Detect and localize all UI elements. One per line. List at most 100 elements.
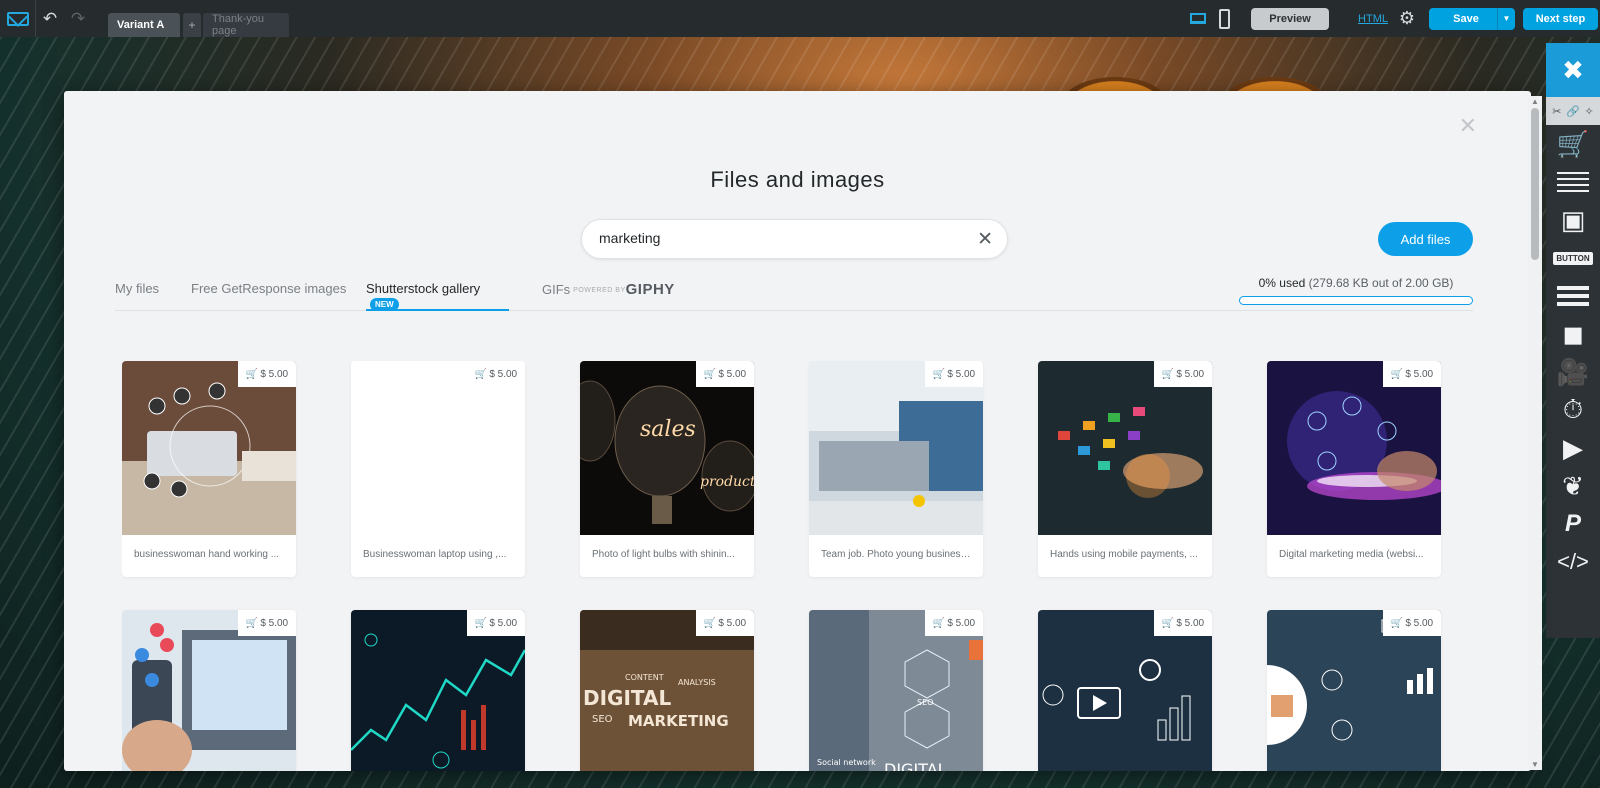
cart-icon: 🛒 (932, 368, 946, 380)
toolbar-right-group: Preview HTML ⚙ Save ▼ Next step (1185, 0, 1600, 37)
price-tag: 🛒 $ 5.00 (1383, 361, 1441, 387)
image-card[interactable]: 🛒 $ 5.00 (1038, 610, 1212, 771)
cart-icon: 🛒 (1161, 617, 1175, 629)
scissors-icon[interactable]: ✂ (1552, 105, 1561, 118)
tab-label: Shutterstock gallery (366, 281, 481, 296)
price-value: $ 5.00 (260, 617, 289, 629)
paypal-tool-icon[interactable]: P (1546, 505, 1600, 543)
image-card[interactable]: 🛒 $ 5.00 (1267, 610, 1441, 771)
preview-button[interactable]: Preview (1251, 7, 1330, 30)
price-value: $ 5.00 (489, 368, 518, 380)
chevron-down-icon[interactable]: ▼ (1497, 7, 1515, 30)
scroll-up-icon[interactable]: ▲ (1531, 97, 1539, 106)
new-badge: NEW (370, 298, 399, 311)
scroll-down-icon[interactable]: ▼ (1531, 760, 1539, 769)
scrollbar-thumb[interactable] (1531, 108, 1539, 260)
thumb-text-sales: sales (640, 417, 696, 442)
next-step-button[interactable]: Next step (1523, 7, 1598, 30)
add-variant-button[interactable]: + (183, 13, 201, 37)
webinar-tool-icon[interactable]: 🎥 (1546, 353, 1600, 391)
thumb-text-social: Social network (817, 758, 876, 767)
thumb-text-digital: DIGITAL (583, 686, 671, 710)
thumb-text-analysis: ANALYSIS (678, 678, 716, 687)
image-card[interactable]: 🛒 $ 5.00 Team job. Photo young business..… (809, 361, 983, 577)
image-thumbnail: sales product (580, 361, 754, 535)
timer-tool-icon[interactable]: ⏱ (1546, 391, 1600, 429)
image-thumbnail (809, 361, 983, 535)
image-search: ✕ (581, 219, 1008, 259)
image-thumbnail (1267, 361, 1441, 535)
cart-icon: 🛒 (1390, 368, 1404, 380)
code-tool-icon[interactable]: </> (1546, 543, 1600, 581)
image-tool-icon[interactable]: ▣ (1546, 201, 1600, 239)
tab-shutterstock-gallery[interactable]: Shutterstock gallery NEW (366, 281, 509, 311)
image-card[interactable]: 🛒 $ 5.00 Digital marketing media (websi..… (1267, 361, 1441, 577)
cart-icon: 🛒 (474, 368, 488, 380)
usage-percent: 0% used (1258, 276, 1306, 290)
save-button-label: Save (1453, 12, 1479, 25)
powered-by-label: POWERED BY (573, 287, 626, 294)
tools-quick-strip: ✂ 🔗 ✧ (1546, 97, 1600, 125)
tab-free-getresponse-images[interactable]: Free GetResponse images (191, 281, 346, 311)
image-caption: Hands using mobile payments, ... (1050, 549, 1198, 560)
storage-usage-bar (1239, 296, 1473, 305)
tab-label: Free GetResponse images (191, 281, 347, 296)
price-tag: 🛒 $ 5.00 (467, 610, 525, 636)
search-input[interactable] (599, 230, 959, 246)
link-icon[interactable]: 🔗 (1566, 105, 1580, 118)
image-card[interactable]: 🛒 $ 5.00 Businesswoman laptop using ,... (351, 361, 525, 577)
editor-toolbar: ↶ ↷ Variant A + Thank-you page Preview H… (0, 0, 1600, 37)
cart-icon: 🛒 (703, 368, 717, 380)
price-tag: 🛒 $ 5.00 (467, 361, 525, 387)
tools-rail: ✖ ✂ 🔗 ✧ 🛒 ▣ BUTTON ◼ 🎥 ⏱ ▶ ❦ P </> (1546, 43, 1600, 638)
button-tool-label: BUTTON (1553, 251, 1593, 265)
price-value: $ 5.00 (1176, 368, 1205, 380)
getresponse-logo-icon[interactable] (0, 0, 36, 37)
twitter-tool-icon[interactable]: ❦ (1546, 467, 1600, 505)
image-card[interactable]: 🛒 $ 5.00 (122, 610, 296, 771)
tab-label: GIFs (542, 282, 571, 297)
price-value: $ 5.00 (489, 617, 518, 629)
gear-icon[interactable]: ⚙ (1396, 8, 1418, 29)
thumb-text-seo2: SEO (917, 698, 933, 707)
image-card[interactable]: SEO Social network DIGITAL 🛒 $ 5.00 (809, 610, 983, 771)
form-tool-icon[interactable] (1546, 277, 1600, 315)
price-value: $ 5.00 (947, 368, 976, 380)
image-card[interactable]: 🛒 $ 5.00 businesswoman hand working ... (122, 361, 296, 577)
shapes-tool-icon[interactable]: ◼ (1546, 315, 1600, 353)
clear-search-icon[interactable]: ✕ (977, 228, 993, 251)
thumb-text-digital2: DIGITAL (884, 760, 947, 771)
button-tool[interactable]: BUTTON (1546, 239, 1600, 277)
price-value: $ 5.00 (947, 617, 976, 629)
redo-icon[interactable]: ↷ (64, 0, 92, 37)
text-tool-icon[interactable] (1546, 163, 1600, 201)
save-button[interactable]: Save ▼ (1429, 7, 1515, 30)
video-tool-icon[interactable]: ▶ (1546, 429, 1600, 467)
tab-my-files[interactable]: My files (115, 281, 159, 311)
tab-gifs[interactable]: GIFs POWERED BYGIPHY (542, 281, 675, 311)
image-card[interactable]: 🛒 $ 5.00 (351, 610, 525, 771)
tools-toggle-icon[interactable]: ✖ (1546, 43, 1600, 97)
price-value: $ 5.00 (718, 617, 747, 629)
undo-icon[interactable]: ↶ (36, 0, 64, 37)
modal-scrollbar[interactable]: ▲ ▼ (1528, 96, 1542, 770)
thumb-text-marketing: MARKETING (628, 712, 729, 730)
modal-title: Files and images (710, 167, 885, 192)
add-files-button[interactable]: Add files (1378, 222, 1473, 256)
price-tag: 🛒 $ 5.00 (1383, 610, 1441, 636)
desktop-icon[interactable] (1185, 0, 1211, 37)
image-card[interactable]: sales product 🛒 $ 5.00 Photo of light bul… (580, 361, 754, 577)
tab-thank-you-page[interactable]: Thank-you page (203, 13, 289, 37)
tab-variant-a[interactable]: Variant A (108, 13, 180, 37)
cart-tool-icon[interactable]: 🛒 (1546, 125, 1600, 163)
price-value: $ 5.00 (1176, 617, 1205, 629)
mobile-icon[interactable] (1211, 0, 1237, 37)
image-card[interactable]: CONTENT ANALYSIS DIGITAL SEO MARKETING 🛒… (580, 610, 754, 771)
image-caption: Businesswoman laptop using ,... (363, 549, 507, 560)
cart-icon: 🛒 (703, 617, 717, 629)
image-card[interactable]: 🛒 $ 5.00 Hands using mobile payments, ... (1038, 361, 1212, 577)
close-icon[interactable]: ✕ (1459, 113, 1477, 139)
magic-wand-icon[interactable]: ✧ (1584, 105, 1593, 118)
html-link[interactable]: HTML (1358, 13, 1388, 25)
cart-icon: 🛒 (1161, 368, 1175, 380)
